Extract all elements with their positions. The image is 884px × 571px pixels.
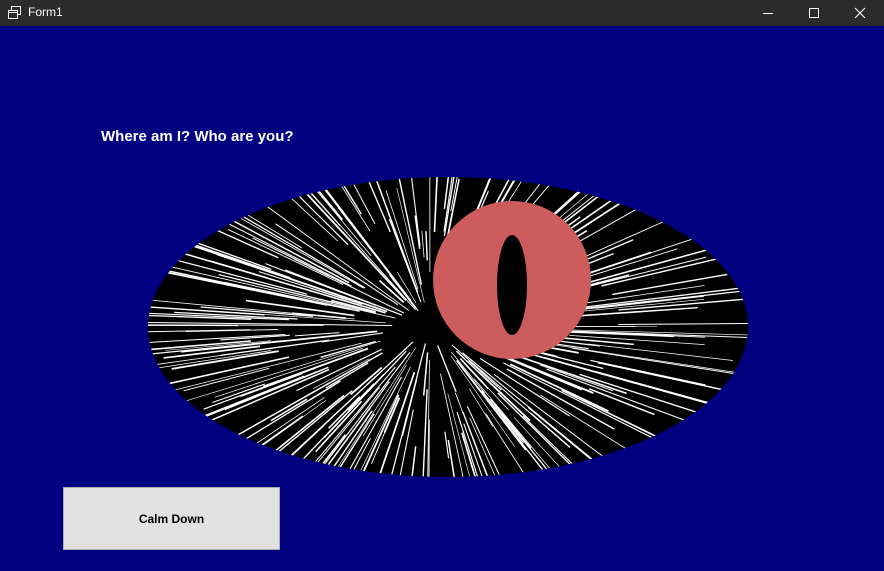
app-window-icon (8, 6, 21, 19)
maximize-button[interactable] (791, 0, 837, 26)
form-client-area: Where am I? Who are you? Calm Down (0, 26, 884, 571)
pupil (497, 235, 527, 335)
window-title: Form1 (28, 5, 63, 19)
maximize-icon (809, 8, 819, 18)
minimize-icon (763, 13, 773, 14)
close-icon (854, 7, 866, 19)
eye-sclera (148, 177, 748, 477)
close-button[interactable] (837, 0, 883, 26)
calm-down-button[interactable]: Calm Down (63, 487, 280, 550)
title-bar[interactable]: Form1 (0, 0, 884, 26)
app-window: Form1 Where am I? Who are you? Calm Down (0, 0, 884, 571)
minimize-button[interactable] (745, 0, 791, 26)
